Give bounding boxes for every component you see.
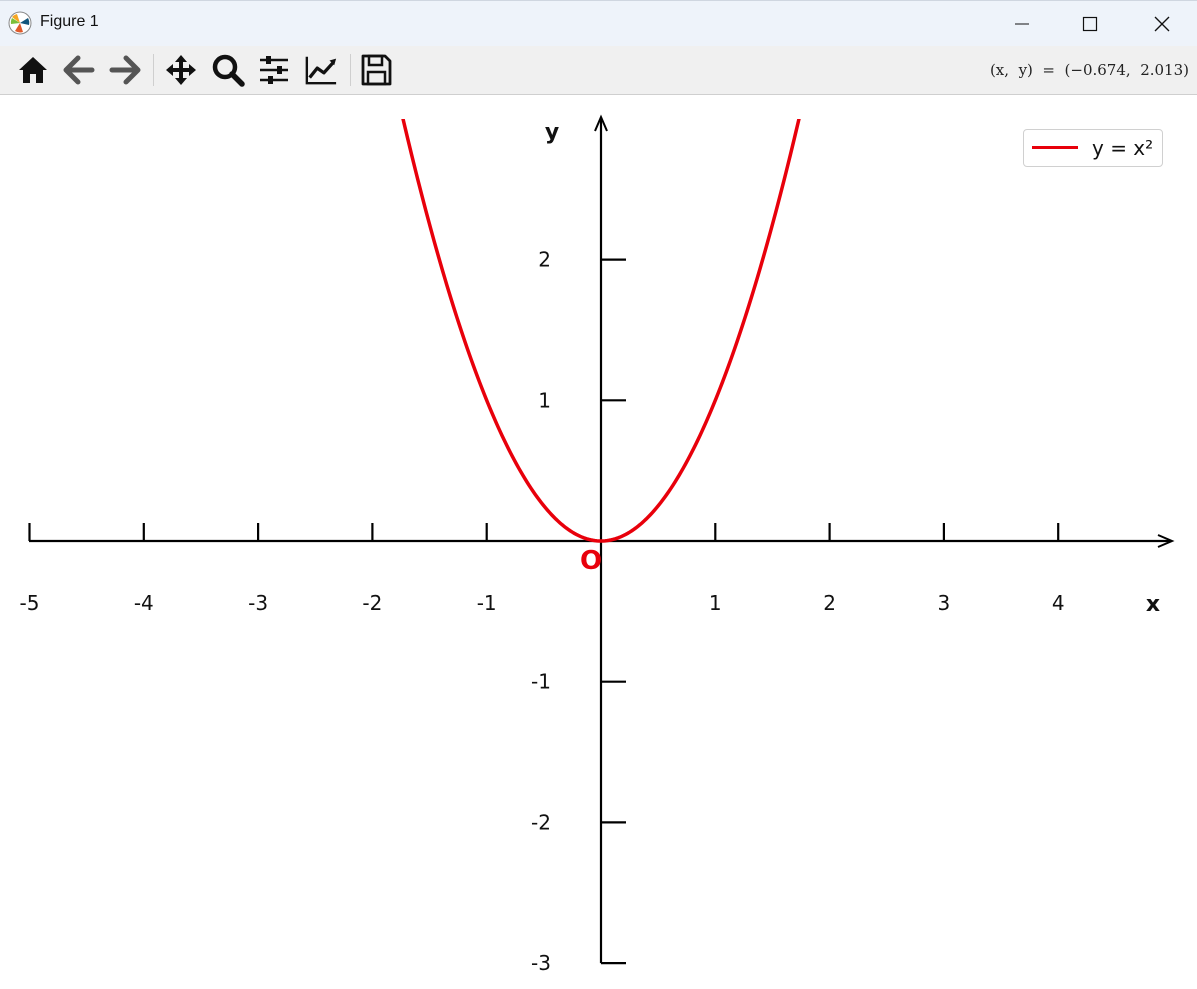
edit-axis-button[interactable] [304, 53, 338, 87]
title-bar[interactable]: Figure 1 [0, 0, 1197, 47]
zoom-button[interactable] [211, 53, 245, 87]
x-tick-label: 4 [1052, 591, 1065, 615]
x-tick-label: -2 [362, 591, 382, 615]
y-axis-label: y [545, 120, 559, 145]
cursor-coordinates: (x, y) = (−0.674, 2.013) [989, 61, 1189, 79]
save-button[interactable] [359, 53, 393, 87]
figure-canvas[interactable]: -5 -4 -3 -2 -1 1 2 3 4 2 1 -1 -2 -3 x y O y = x² [0, 95, 1197, 989]
arrow-left-icon [63, 55, 95, 85]
origin-label: O [580, 546, 602, 576]
move-icon [166, 55, 196, 85]
maximize-icon [1082, 16, 1098, 32]
forward-button[interactable] [108, 53, 142, 87]
home-button[interactable] [16, 53, 50, 87]
y-tick-label: -1 [531, 670, 551, 694]
window-title: Figure 1 [40, 13, 99, 30]
y-tick-label: 2 [538, 248, 551, 272]
toolbar-separator [350, 54, 351, 86]
x-tick-label: -5 [20, 591, 40, 615]
maximize-button[interactable] [1056, 1, 1124, 47]
legend: y = x² [1023, 129, 1163, 167]
minimize-button[interactable] [988, 1, 1056, 47]
x-tick-label: -1 [477, 591, 497, 615]
x-tick-label: 3 [938, 591, 951, 615]
y-tick-label: -2 [531, 810, 551, 834]
magnifier-icon [212, 54, 245, 87]
x-tick-label: -4 [134, 591, 154, 615]
home-icon [19, 57, 47, 83]
minimize-icon [1015, 23, 1029, 25]
navigation-toolbar: (x, y) = (−0.674, 2.013) [0, 46, 1197, 95]
chart-line-icon [305, 56, 337, 85]
x-tick-label: -3 [248, 591, 268, 615]
legend-line-sample [1032, 146, 1078, 149]
plot-area[interactable]: -5 -4 -3 -2 -1 1 2 3 4 2 1 -1 -2 -3 x y O [0, 95, 1197, 989]
back-button[interactable] [62, 53, 96, 87]
arrow-right-icon [109, 55, 141, 85]
toolbar-separator [153, 54, 154, 86]
figure-window: Figure 1 (x, y) = (−0.674, 2.013) -5 -4 … [0, 0, 1197, 989]
x-tick-label: 1 [709, 591, 722, 615]
close-icon [1154, 16, 1170, 32]
x-tick-label: 2 [823, 591, 836, 615]
legend-label: y = x² [1092, 136, 1154, 160]
y-tick-label: 1 [538, 388, 551, 412]
floppy-disk-icon [361, 54, 392, 86]
matplotlib-logo-icon [8, 11, 32, 35]
configure-subplots-button[interactable] [257, 53, 291, 87]
sliders-icon [260, 56, 288, 84]
x-axis-label: x [1146, 592, 1160, 617]
y-tick-label: -3 [531, 951, 551, 975]
close-button[interactable] [1128, 1, 1196, 47]
pan-button[interactable] [164, 53, 198, 87]
